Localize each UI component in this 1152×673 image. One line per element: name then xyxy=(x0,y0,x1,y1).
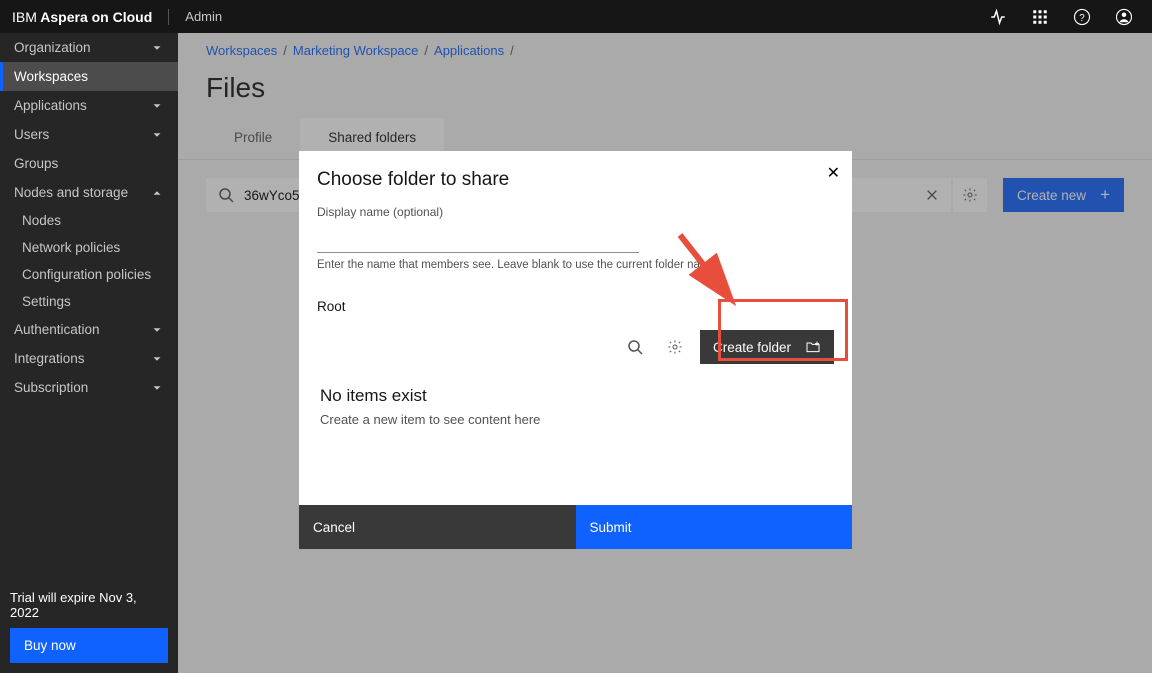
chevron-down-icon xyxy=(150,352,164,366)
empty-state-subtitle: Create a new item to see content here xyxy=(320,412,834,427)
header-icons: ? xyxy=(982,1,1140,33)
chevron-down-icon xyxy=(150,99,164,113)
sidebar-item-users[interactable]: Users xyxy=(0,120,178,149)
svg-text:?: ? xyxy=(1079,12,1085,23)
user-avatar-icon[interactable] xyxy=(1108,1,1140,33)
breadcrumb-sep: / xyxy=(424,43,428,58)
sidebar-item-applications[interactable]: Applications xyxy=(0,91,178,120)
nav: Organization Workspaces Applications Use… xyxy=(0,33,178,402)
sidebar-subitem-nodes[interactable]: Nodes xyxy=(0,207,178,234)
sidebar-item-label: Nodes and storage xyxy=(14,185,128,200)
admin-label[interactable]: Admin xyxy=(185,9,222,24)
sidebar-item-groups[interactable]: Groups xyxy=(0,149,178,178)
sidebar-item-nodes-storage[interactable]: Nodes and storage xyxy=(0,178,178,207)
folder-toolbar: Create folder xyxy=(317,330,834,364)
brand-rest: Aspera on Cloud xyxy=(37,9,152,25)
breadcrumb-sep: / xyxy=(510,43,514,58)
close-modal-button[interactable]: ✕ xyxy=(827,163,840,183)
page-title: Files xyxy=(178,68,1152,118)
sidebar-item-label: Organization xyxy=(14,40,91,55)
app-header: IBM Aspera on Cloud Admin ? xyxy=(0,0,1152,33)
new-folder-icon xyxy=(805,339,821,355)
chevron-up-icon xyxy=(150,186,164,200)
sidebar-item-label: Workspaces xyxy=(14,69,88,84)
app-title: IBM Aspera on Cloud xyxy=(12,9,152,25)
breadcrumb-item[interactable]: Applications xyxy=(434,43,504,58)
trial-box: Trial will expire Nov 3, 2022 Buy now xyxy=(0,580,178,673)
apps-grid-icon[interactable] xyxy=(1024,1,1056,33)
sidebar-item-integrations[interactable]: Integrations xyxy=(0,344,178,373)
clear-icon[interactable] xyxy=(925,188,939,202)
sidebar-item-organization[interactable]: Organization xyxy=(0,33,178,62)
choose-folder-modal: ✕ Choose folder to share Display name (o… xyxy=(299,151,852,549)
sidebar-item-label: Applications xyxy=(14,98,87,113)
sidebar-item-subscription[interactable]: Subscription xyxy=(0,373,178,402)
sidebar-item-authentication[interactable]: Authentication xyxy=(0,315,178,344)
search-icon xyxy=(218,187,234,203)
brand-prefix: IBM xyxy=(12,9,37,25)
sidebar-item-label: Subscription xyxy=(14,380,88,395)
root-label: Root xyxy=(317,299,834,314)
plus-icon: + xyxy=(1100,185,1110,205)
trial-text: Trial will expire Nov 3, 2022 xyxy=(10,590,168,620)
folder-search-icon[interactable] xyxy=(620,332,650,362)
header-left: IBM Aspera on Cloud Admin xyxy=(12,9,222,25)
chevron-down-icon xyxy=(150,323,164,337)
create-new-label: Create new xyxy=(1017,188,1086,203)
buy-now-button[interactable]: Buy now xyxy=(10,628,168,663)
display-name-input[interactable] xyxy=(317,225,639,253)
help-icon[interactable]: ? xyxy=(1066,1,1098,33)
sidebar-item-label: Groups xyxy=(14,156,58,171)
header-divider xyxy=(168,9,169,25)
breadcrumb-item[interactable]: Marketing Workspace xyxy=(293,43,418,58)
submit-button[interactable]: Submit xyxy=(576,505,853,549)
table-settings-button[interactable] xyxy=(953,178,987,212)
sidebar-subitem-network-policies[interactable]: Network policies xyxy=(0,234,178,261)
create-new-button[interactable]: Create new + xyxy=(1003,178,1124,212)
breadcrumb: Workspaces / Marketing Workspace / Appli… xyxy=(178,33,1152,68)
tab-profile[interactable]: Profile xyxy=(206,118,300,159)
sidebar-item-label: Users xyxy=(14,127,49,142)
chevron-down-icon xyxy=(150,128,164,142)
create-folder-button[interactable]: Create folder xyxy=(700,330,834,364)
breadcrumb-item[interactable]: Workspaces xyxy=(206,43,277,58)
empty-state-title: No items exist xyxy=(320,386,834,406)
chevron-down-icon xyxy=(150,381,164,395)
create-folder-label: Create folder xyxy=(713,340,791,355)
sidebar: Organization Workspaces Applications Use… xyxy=(0,33,178,673)
gear-icon xyxy=(962,187,978,203)
modal-title: Choose folder to share xyxy=(317,169,834,191)
breadcrumb-sep: / xyxy=(283,43,287,58)
chevron-down-icon xyxy=(150,41,164,55)
display-name-label: Display name (optional) xyxy=(317,205,834,219)
sidebar-subitem-settings[interactable]: Settings xyxy=(0,288,178,315)
sidebar-item-workspaces[interactable]: Workspaces xyxy=(0,62,178,91)
modal-footer: Cancel Submit xyxy=(299,505,852,549)
folder-settings-icon[interactable] xyxy=(660,332,690,362)
sidebar-subitem-configuration-policies[interactable]: Configuration policies xyxy=(0,261,178,288)
sidebar-item-label: Authentication xyxy=(14,322,100,337)
helper-text: Enter the name that members see. Leave b… xyxy=(317,259,834,271)
sidebar-item-label: Integrations xyxy=(14,351,85,366)
cancel-button[interactable]: Cancel xyxy=(299,505,576,549)
activity-icon[interactable] xyxy=(982,1,1014,33)
